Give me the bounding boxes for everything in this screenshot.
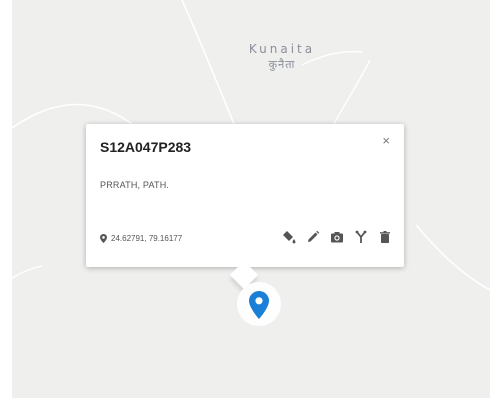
- popup-title: S12A047P283: [100, 139, 192, 155]
- close-icon[interactable]: ×: [382, 133, 390, 148]
- place-label-hi: कुनैता: [268, 58, 296, 71]
- info-popup: S12A047P283 × PRRATH, PATH. 24.62791, 79…: [86, 124, 404, 290]
- branch-icon[interactable]: [352, 228, 370, 246]
- camera-icon[interactable]: [328, 228, 346, 246]
- coordinates-text: 24.62791, 79.16177: [111, 234, 183, 243]
- place-label: Kunaita कुनैता: [242, 42, 322, 72]
- paint-bucket-icon[interactable]: [280, 228, 298, 246]
- place-label-en: Kunaita: [248, 42, 316, 56]
- trash-icon[interactable]: [376, 228, 394, 246]
- popup-toolbar: [280, 228, 394, 246]
- popup-description: PRRATH, PATH.: [100, 180, 170, 190]
- coordinates-row: 24.62791, 79.16177: [100, 234, 182, 243]
- map-pin-icon[interactable]: [248, 290, 270, 320]
- pencil-icon[interactable]: [304, 228, 322, 246]
- location-pin-icon: [100, 234, 107, 243]
